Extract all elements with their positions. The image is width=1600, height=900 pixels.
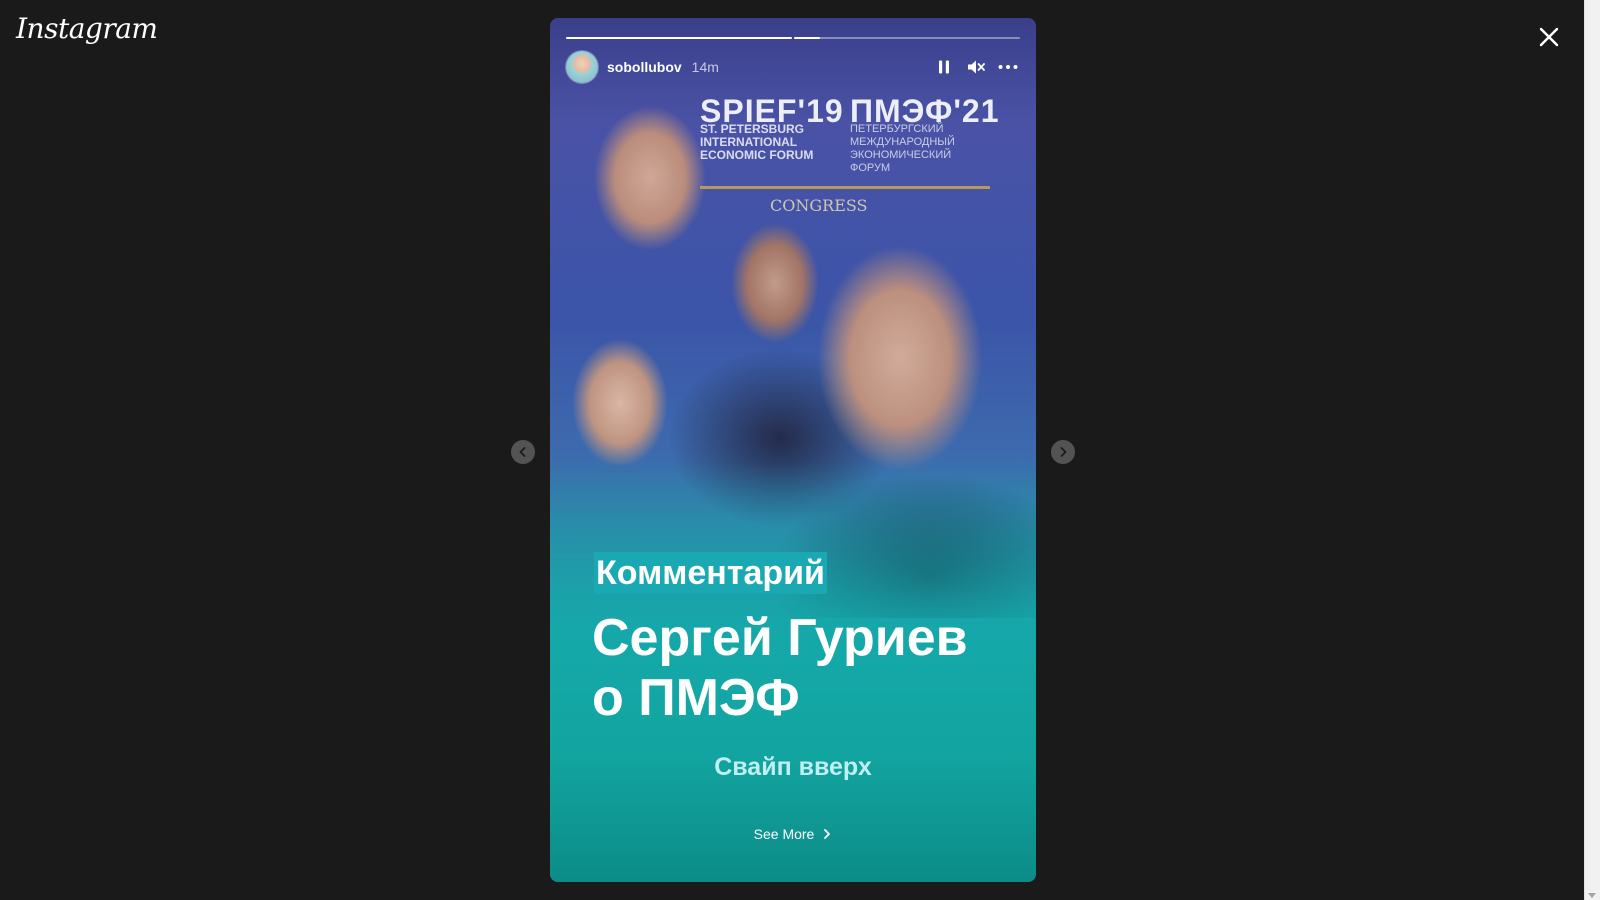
close-icon (1539, 27, 1559, 47)
instagram-logo[interactable]: Instagram (16, 12, 158, 45)
forum-banner-divider (700, 186, 990, 189)
story-headline-line-1: Сергей Гуриев (592, 609, 968, 667)
forum-banner-right-subtitle: ПЕТЕРБУРГСКИЙ МЕЖДУНАРОДНЫЙ ЭКОНОМИЧЕСКИ… (850, 123, 955, 174)
story-headline-line-2: о ПМЭФ (592, 669, 800, 727)
progress-segment-complete (566, 37, 792, 39)
pause-button[interactable] (932, 55, 956, 79)
speaker-muted-icon (968, 60, 985, 74)
mute-button[interactable] (964, 55, 988, 79)
see-more-link[interactable]: See More (550, 826, 1036, 842)
forum-banner-left-subtitle: ST. PETERSBURG INTERNATIONAL ECONOMIC FO… (700, 122, 814, 162)
chevron-right-icon (1060, 447, 1067, 457)
story-headline: Сергей Гуриев о ПМЭФ (592, 608, 1012, 728)
pause-icon (939, 60, 949, 74)
scroll-down-arrow-icon[interactable] (1588, 893, 1596, 898)
see-more-label: See More (753, 826, 815, 842)
progress-segment-current-fill (794, 37, 820, 39)
progress-segment-current (794, 37, 1020, 39)
next-story-button[interactable] (1051, 440, 1075, 464)
swipe-up-label: Свайп вверх (714, 753, 872, 781)
story-progress-bar (566, 37, 1020, 39)
story-controls (932, 51, 1020, 83)
avatar[interactable] (566, 51, 598, 83)
forum-banner-congress: CONGRESS (770, 196, 868, 215)
previous-story-button[interactable] (511, 440, 535, 464)
chevron-left-icon (519, 447, 526, 457)
story-header: sobollubov 14m (566, 51, 1020, 83)
page-scrollbar[interactable] (1584, 0, 1600, 900)
story-viewer[interactable]: SPIEF'19 ST. PETERSBURG INTERNATIONAL EC… (550, 18, 1036, 882)
more-horizontal-icon (998, 65, 1018, 69)
story-tag: Комментарий (594, 552, 827, 594)
close-button[interactable] (1533, 21, 1565, 53)
story-timestamp: 14m (691, 59, 719, 75)
story-username[interactable]: sobollubov (607, 59, 682, 75)
more-options-button[interactable] (996, 55, 1020, 79)
chevron-right-icon (824, 829, 831, 839)
